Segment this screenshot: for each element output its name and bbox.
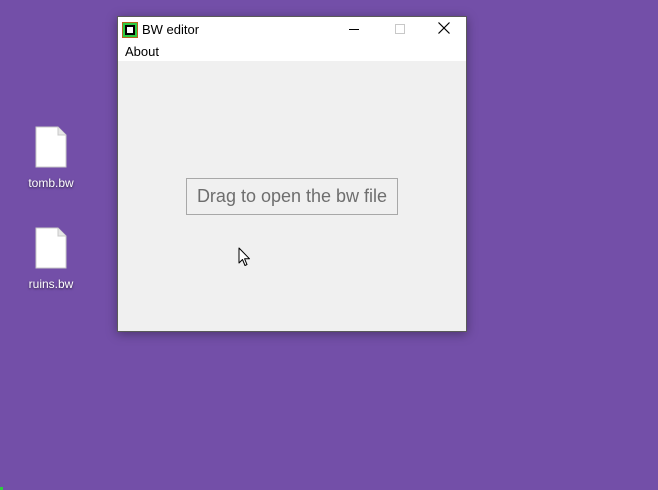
bw-editor-app-icon (122, 22, 138, 38)
bw-editor-window: BW editor About Drag to open the bw file (117, 16, 467, 332)
menu-item-about[interactable]: About (125, 44, 159, 59)
minimize-icon (349, 21, 359, 39)
desktop-file-label: ruins.bw (28, 277, 74, 291)
minimize-button[interactable] (331, 17, 377, 43)
file-icon (35, 227, 67, 269)
menu-bar: About (118, 43, 466, 61)
file-drop-zone[interactable]: Drag to open the bw file (186, 178, 398, 215)
close-icon (438, 21, 450, 39)
maximize-button[interactable] (377, 17, 423, 43)
file-icon (35, 126, 67, 168)
maximize-icon (395, 21, 405, 39)
desktop-file-ruins[interactable]: ruins.bw (16, 227, 86, 291)
close-button[interactable] (421, 17, 467, 43)
mouse-cursor-icon (238, 247, 251, 272)
window-title: BW editor (142, 22, 200, 37)
desktop-file-label: tomb.bw (28, 176, 74, 190)
title-bar[interactable]: BW editor (118, 17, 466, 43)
window-content: Drag to open the bw file (118, 61, 466, 331)
desktop-file-tomb[interactable]: tomb.bw (16, 126, 86, 190)
